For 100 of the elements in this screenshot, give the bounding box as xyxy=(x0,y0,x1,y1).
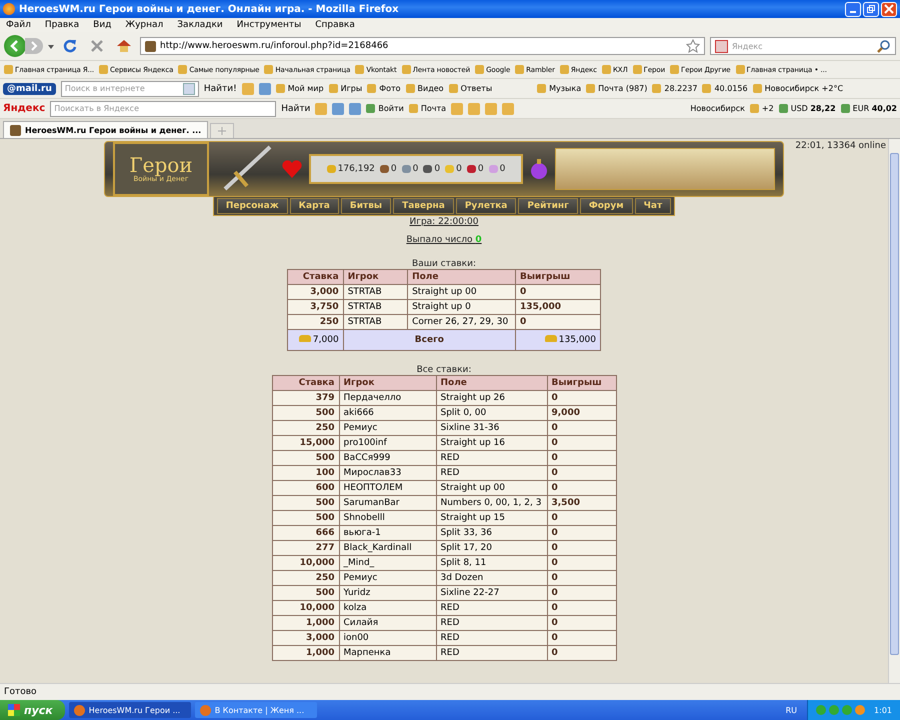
table-cell: Shnobelll xyxy=(339,510,436,526)
search-icon[interactable] xyxy=(877,39,891,53)
game-time-link[interactable]: Игра: 22:00:00 xyxy=(409,217,478,227)
table-cell: RED xyxy=(436,630,547,646)
game-menu-button[interactable]: Битвы xyxy=(340,198,392,214)
table-cell: 0 xyxy=(547,556,616,570)
resource-count: 0 xyxy=(380,164,397,174)
toolbar-item[interactable]: Ответы xyxy=(448,84,492,93)
reload-icon[interactable] xyxy=(62,38,78,54)
temperature[interactable]: +2 xyxy=(750,104,774,113)
game-menu-button[interactable]: Рулетка xyxy=(456,198,516,214)
menu-item[interactable]: Журнал xyxy=(125,20,164,30)
table-caption: Все ставки: xyxy=(416,365,472,375)
heart-icon[interactable] xyxy=(281,159,303,179)
table-cell: 3,000 xyxy=(272,630,339,646)
new-tab-button[interactable] xyxy=(210,123,234,138)
toolbar-item[interactable]: Фото xyxy=(367,84,401,93)
close-button[interactable] xyxy=(881,2,897,16)
table-cell: 0 xyxy=(547,630,616,646)
table-cell: kolza xyxy=(339,600,436,616)
table-cell: 0 xyxy=(516,284,600,300)
column-header: Игрок xyxy=(339,376,436,390)
table-cell: 0 xyxy=(547,420,616,436)
toolbar-item[interactable]: Мой мир xyxy=(276,84,324,93)
find-button[interactable]: Найти! xyxy=(204,84,237,94)
mailru-logo[interactable]: @mail.ru xyxy=(3,82,56,94)
table-cell: RED xyxy=(436,616,547,630)
toolbar-item[interactable]: Новосибирск +2°C xyxy=(752,84,844,93)
table-cell: 500 xyxy=(272,450,339,466)
toolbar-item[interactable]: 40.0156 xyxy=(702,84,748,93)
address-bar[interactable]: http://www.heroeswm.ru/inforoul.php?id=2168466 xyxy=(140,37,705,55)
column-header: Поле xyxy=(408,270,516,284)
usd-rate[interactable]: USD 28,22 xyxy=(778,104,836,113)
yandex-logo[interactable]: Яндекс xyxy=(3,103,46,114)
mail-button[interactable]: Почта xyxy=(408,104,446,113)
table-cell: RED xyxy=(436,646,547,660)
game-menu-button[interactable]: Чат xyxy=(634,198,672,214)
resource-count: 0 xyxy=(466,164,484,174)
clock: 1:01 xyxy=(874,706,892,714)
toolbar-item[interactable]: Игры xyxy=(328,84,362,93)
table-cell: 500 xyxy=(272,406,339,420)
game-menu-button[interactable]: Форум xyxy=(580,198,633,214)
forward-button[interactable] xyxy=(25,38,43,54)
table-cell: 9,000 xyxy=(547,406,616,420)
start-button[interactable]: пуск xyxy=(0,700,65,720)
back-button[interactable] xyxy=(4,35,26,57)
menu-item[interactable]: Справка xyxy=(315,20,355,30)
menu-item[interactable]: Инструменты xyxy=(236,20,302,30)
table-cell: 135,000 xyxy=(516,330,600,350)
table-cell: Black_Kardinall xyxy=(339,540,436,556)
game-menu-button[interactable]: Рейтинг xyxy=(518,198,578,214)
table-cell: Ремиус xyxy=(339,570,436,586)
table-cell: 0 xyxy=(547,570,616,586)
table-cell: 1,000 xyxy=(272,646,339,660)
table-cell: Split 33, 36 xyxy=(436,526,547,540)
city-label[interactable]: Новосибирск xyxy=(690,104,745,113)
toolbar-item[interactable]: Видео xyxy=(406,84,444,93)
language-indicator[interactable]: RU xyxy=(780,706,804,714)
table-cell: Sixline 22-27 xyxy=(436,586,547,600)
table-cell: ion00 xyxy=(339,630,436,646)
table-cell: 3d Dozen xyxy=(436,570,547,586)
eur-rate[interactable]: EUR 40,02 xyxy=(840,104,897,113)
column-header: Ставка xyxy=(288,270,344,284)
menu-item[interactable]: Закладки xyxy=(177,20,223,30)
menu-item[interactable]: Файл xyxy=(6,20,31,30)
game-menu-button[interactable]: Персонаж xyxy=(216,198,288,214)
taskbar-button[interactable]: HeroesWM.ru Герои ... xyxy=(68,702,191,718)
table-cell: Split 17, 20 xyxy=(436,540,547,556)
browser-tab[interactable]: HeroesWM.ru Герои войны и денег. ... xyxy=(3,121,208,138)
table-cell: Straight up 26 xyxy=(436,390,547,406)
table-cell: Мирослав33 xyxy=(339,466,436,480)
menu-item[interactable]: Вид xyxy=(93,20,112,30)
minimize-button[interactable] xyxy=(845,2,861,16)
toolbar-item[interactable]: Музыка xyxy=(537,84,582,93)
maximize-button[interactable] xyxy=(863,2,879,16)
table-cell: 3,500 xyxy=(547,496,616,510)
toolbar-item[interactable]: Почта (987) xyxy=(586,84,648,93)
stop-icon[interactable] xyxy=(89,38,105,54)
table-cell: 0 xyxy=(547,616,616,630)
potion-icon[interactable] xyxy=(529,158,549,180)
table-cell: Straight up 0 xyxy=(408,300,516,314)
game-menu-button[interactable]: Таверна xyxy=(393,198,454,214)
table-cell: SarumanBar xyxy=(339,496,436,510)
dropdown-icon[interactable] xyxy=(182,82,195,94)
taskbar-button[interactable]: В Контакте | Женя ... xyxy=(194,702,317,718)
find-button[interactable]: Найти xyxy=(281,104,310,114)
table-cell: 500 xyxy=(272,510,339,526)
toolbar-item[interactable]: 28.2237 xyxy=(652,84,698,93)
result-link[interactable]: Выпало число 0 xyxy=(406,235,482,245)
table-cell: Марпенка xyxy=(339,646,436,660)
table-cell: 0 xyxy=(547,436,616,450)
scrollbar[interactable] xyxy=(888,139,900,683)
game-menu-button[interactable]: Карта xyxy=(290,198,339,214)
menu-item[interactable]: Правка xyxy=(44,20,80,30)
login-button[interactable]: Войти xyxy=(366,104,404,113)
tray-icon[interactable] xyxy=(855,705,866,715)
table-cell: 500 xyxy=(272,586,339,600)
home-icon[interactable] xyxy=(116,38,132,54)
table-cell: 10,000 xyxy=(272,600,339,616)
column-header: Поле xyxy=(436,376,547,390)
